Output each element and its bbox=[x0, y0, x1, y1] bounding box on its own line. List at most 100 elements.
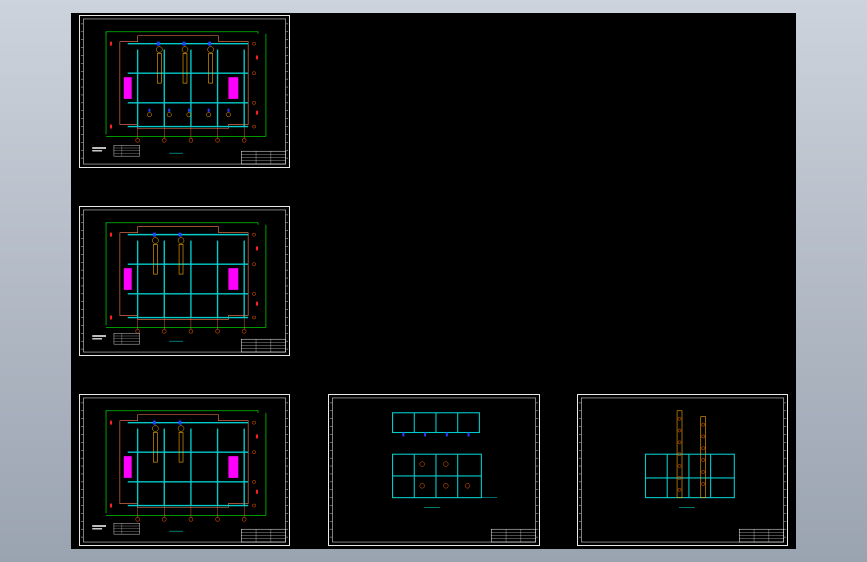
upper-marker bbox=[467, 432, 470, 437]
axis-bubble bbox=[252, 41, 256, 46]
drawing-sheet-3[interactable] bbox=[79, 394, 290, 546]
axis-bubble bbox=[135, 517, 140, 522]
axis-bubble bbox=[252, 420, 256, 425]
detail-plan-drawing bbox=[329, 397, 539, 543]
axis-bubble bbox=[135, 138, 140, 143]
pipe-top-marker bbox=[152, 420, 156, 425]
axis-bubble bbox=[252, 101, 256, 105]
vertical-pipe bbox=[208, 53, 213, 84]
red-marker bbox=[110, 232, 112, 237]
pipe-top-marker bbox=[178, 232, 182, 237]
sheet-inner-border bbox=[83, 209, 286, 353]
bottom-pipe-ring bbox=[206, 112, 212, 118]
axis-bubble bbox=[241, 329, 247, 334]
sheet-inner-border bbox=[332, 397, 536, 543]
pipe-top-marker bbox=[152, 232, 156, 237]
drawing-sheet-5[interactable] bbox=[577, 394, 788, 546]
riser-fitting bbox=[677, 487, 682, 492]
note-text-line bbox=[92, 335, 107, 337]
riser-fitting bbox=[677, 464, 682, 468]
pipe-top-marker bbox=[208, 41, 212, 46]
valve-symbol bbox=[419, 461, 425, 467]
axis-bubble bbox=[162, 517, 167, 522]
red-marker bbox=[256, 246, 259, 251]
valve-symbol bbox=[443, 483, 449, 489]
pipe-head bbox=[177, 237, 185, 244]
sheet-inner-border bbox=[581, 397, 784, 543]
axis-bubble bbox=[252, 262, 256, 267]
riser-fitting bbox=[701, 481, 706, 486]
upper-marker bbox=[424, 432, 427, 437]
sheet-inner-border bbox=[83, 18, 286, 165]
note-text-line bbox=[92, 150, 103, 152]
vertical-pipe bbox=[178, 244, 184, 275]
red-marker bbox=[109, 503, 112, 508]
axis-bubble bbox=[252, 232, 256, 237]
equipment-block-left bbox=[123, 268, 132, 290]
riser-fitting bbox=[701, 446, 706, 451]
bottom-pipe-marker bbox=[168, 108, 171, 112]
equipment-block-left bbox=[123, 456, 132, 478]
vertical-pipe bbox=[153, 244, 158, 275]
outer-line-top bbox=[105, 222, 259, 225]
valve-symbol bbox=[464, 483, 471, 489]
note-text-line bbox=[92, 525, 107, 527]
note-text-line bbox=[92, 338, 103, 340]
drawing-sheet-1[interactable] bbox=[79, 15, 290, 168]
axis-bubble bbox=[188, 329, 194, 334]
equipment-block-right bbox=[228, 77, 239, 99]
red-marker bbox=[256, 434, 259, 439]
bottom-pipe-ring bbox=[226, 112, 231, 118]
axis-bubble bbox=[252, 292, 256, 296]
axis-bubble bbox=[252, 480, 256, 484]
drawing-sheet-4[interactable] bbox=[328, 394, 540, 546]
equipment-block-right bbox=[228, 456, 239, 478]
pipe-top-marker bbox=[156, 41, 160, 46]
red-marker bbox=[256, 110, 259, 115]
pipe-head bbox=[177, 425, 185, 432]
axis-bubble bbox=[135, 329, 140, 334]
pipe-head bbox=[152, 425, 159, 432]
valve-symbol bbox=[419, 483, 425, 489]
upper-marker bbox=[445, 432, 448, 437]
floor-plan-drawing bbox=[80, 397, 289, 543]
red-marker bbox=[256, 301, 259, 306]
axis-bubble bbox=[215, 517, 220, 522]
drawing-sheet-2[interactable] bbox=[79, 206, 290, 356]
riser-fitting bbox=[677, 428, 682, 433]
upper-marker bbox=[402, 432, 405, 437]
bottom-pipe-marker bbox=[207, 108, 210, 112]
pipe-head bbox=[181, 46, 189, 53]
axis-bubble bbox=[162, 138, 167, 143]
axis-bubble bbox=[252, 124, 256, 129]
riser-fitting bbox=[677, 440, 682, 445]
red-marker bbox=[110, 315, 112, 320]
outer-line-top bbox=[105, 410, 259, 413]
axis-bubble bbox=[252, 503, 256, 508]
vertical-pipe bbox=[182, 53, 188, 84]
note-text-line bbox=[92, 147, 107, 149]
bottom-pipe-marker bbox=[187, 108, 190, 112]
note-text-line bbox=[92, 528, 103, 530]
pipe-head bbox=[207, 46, 214, 53]
elevation-grid bbox=[644, 453, 735, 499]
vertical-pipe bbox=[178, 432, 184, 463]
axis-bubble bbox=[215, 329, 220, 334]
red-marker bbox=[109, 41, 112, 46]
red-marker bbox=[109, 124, 112, 129]
bottom-pipe-ring bbox=[166, 112, 172, 118]
red-marker bbox=[256, 55, 259, 60]
bottom-pipe-ring bbox=[147, 112, 152, 118]
floor-plan-drawing bbox=[80, 18, 289, 165]
riser-fitting bbox=[701, 422, 706, 427]
riser-fitting bbox=[701, 458, 706, 462]
axis-bubble bbox=[252, 71, 256, 76]
bottom-pipe-marker bbox=[148, 108, 151, 112]
model-space-viewport[interactable] bbox=[71, 13, 796, 549]
axis-bubble bbox=[252, 450, 256, 455]
red-marker bbox=[256, 489, 259, 494]
bottom-pipe-marker bbox=[227, 108, 230, 112]
riser-fitting bbox=[701, 470, 706, 474]
vertical-pipe bbox=[157, 53, 162, 84]
red-marker bbox=[109, 420, 112, 425]
